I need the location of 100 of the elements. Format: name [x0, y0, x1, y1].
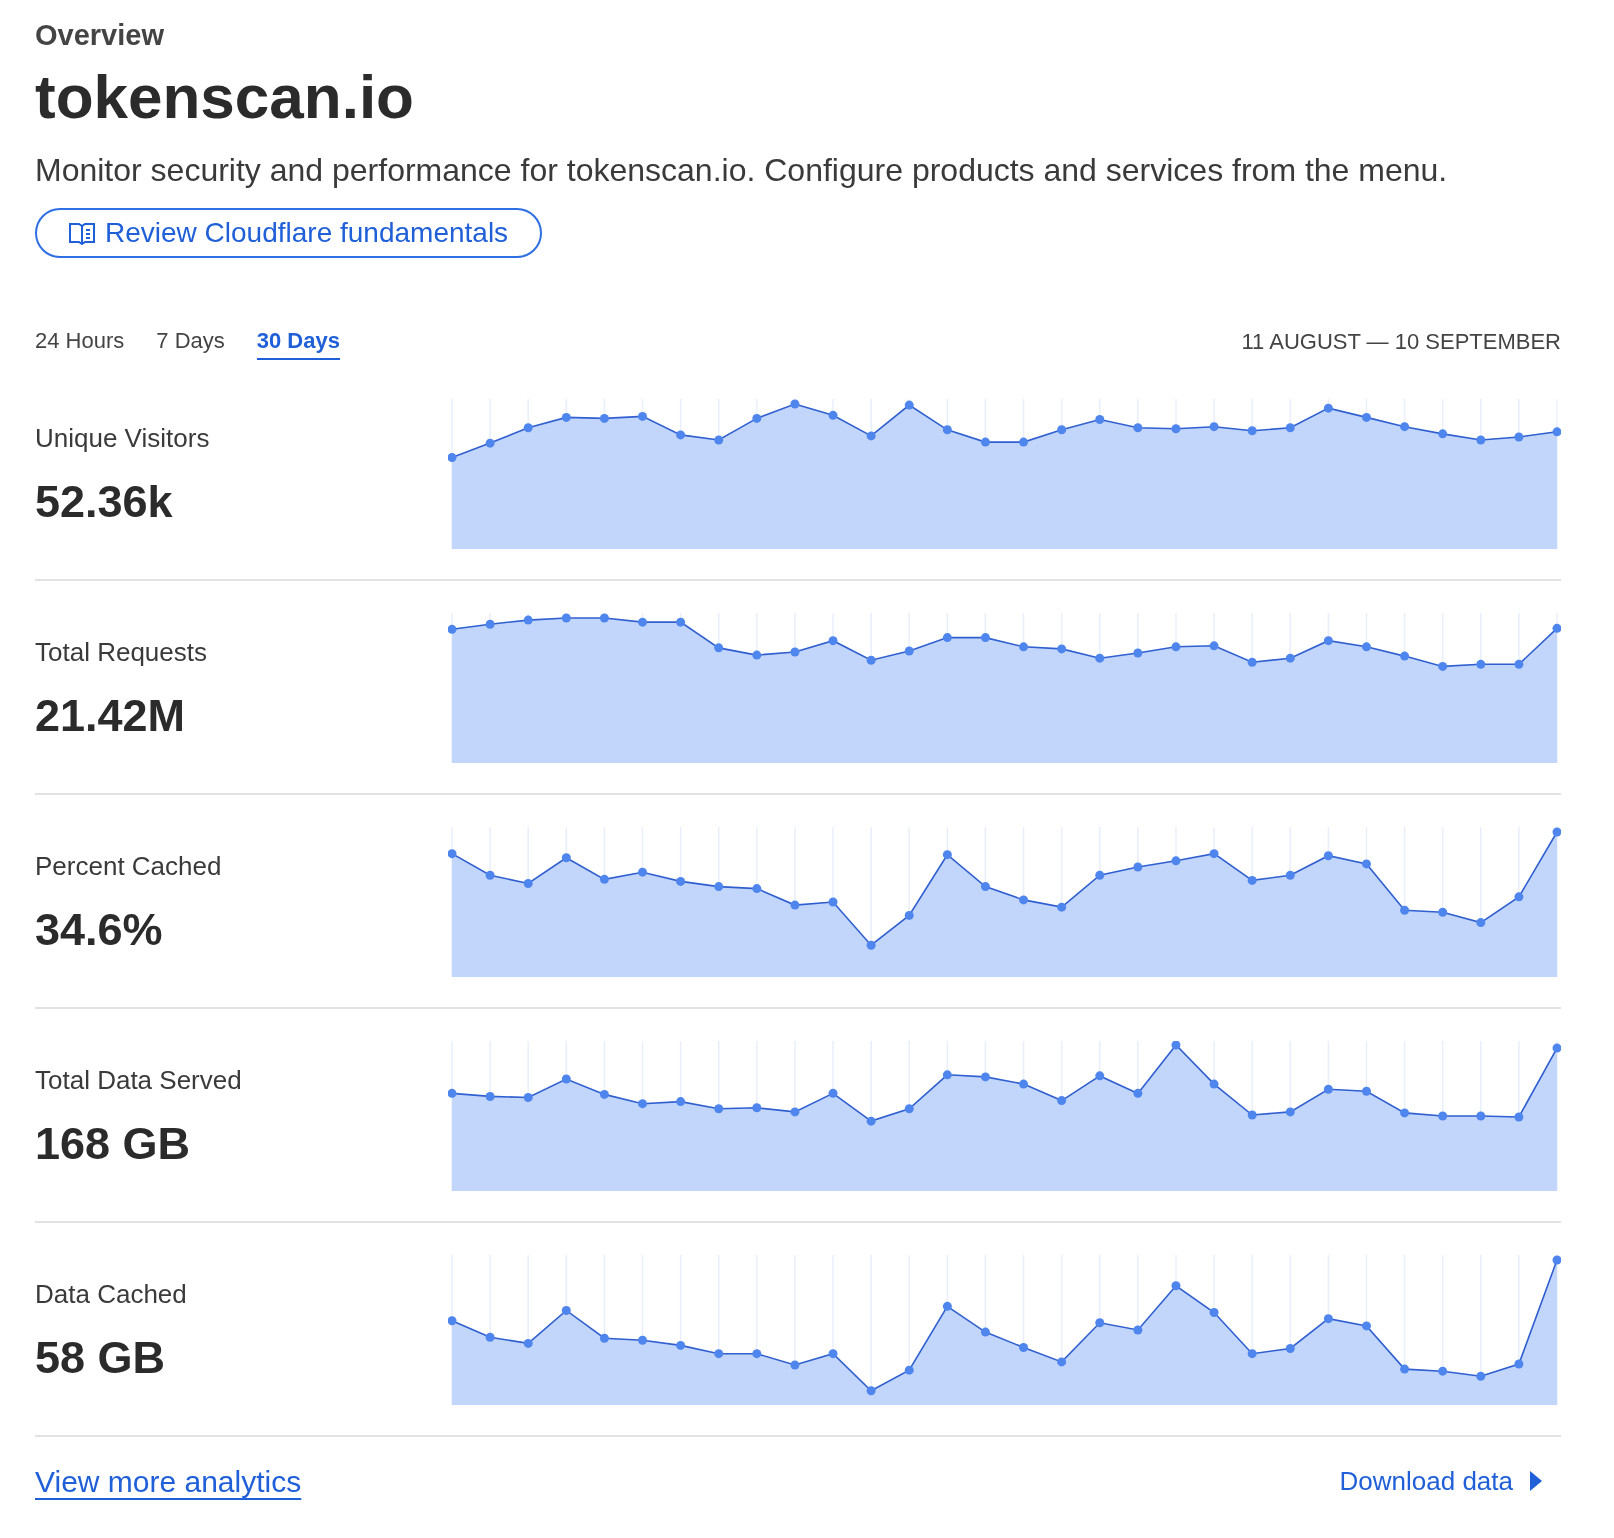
book-icon [69, 220, 95, 245]
download-link[interactable]: Download data [1339, 1461, 1543, 1501]
data-point [1362, 1321, 1371, 1331]
data-point [752, 884, 762, 893]
data-point [676, 876, 686, 886]
data-point [1514, 892, 1524, 902]
data-point [599, 1333, 609, 1343]
data-point [1552, 1043, 1561, 1053]
data-point [1057, 1095, 1067, 1105]
data-point [980, 881, 990, 891]
data-point [714, 1349, 724, 1359]
data-point [790, 647, 800, 657]
data-point [1285, 1343, 1295, 1353]
data-point [828, 1088, 838, 1098]
data-point [1323, 403, 1333, 413]
data-point [448, 624, 457, 634]
time-range-tab[interactable]: 7 Days [156, 323, 225, 360]
data-point [714, 435, 724, 445]
data-point [676, 1097, 686, 1106]
data-point [828, 636, 838, 646]
data-point [1019, 1079, 1029, 1089]
data-point [1247, 657, 1257, 667]
data-point [1209, 1307, 1219, 1317]
data-point [638, 617, 647, 627]
time-range-tab[interactable]: 24 Hours [35, 323, 125, 360]
data-point [828, 1349, 838, 1359]
data-point [790, 1360, 800, 1370]
data-point [1362, 859, 1371, 869]
data-point [485, 619, 495, 629]
data-point [1514, 659, 1524, 669]
data-point [448, 849, 457, 859]
data-point [790, 1107, 800, 1117]
data-point [1171, 1281, 1181, 1291]
guide-button[interactable]: Review Cloudflare fundamentals [35, 207, 543, 258]
data-point [904, 1104, 914, 1114]
data-point [752, 413, 762, 423]
analytics-link[interactable]: View more analytics [35, 1458, 302, 1504]
data-point [1057, 1357, 1067, 1367]
data-point [1209, 422, 1219, 432]
data-point [485, 1091, 495, 1101]
metric-value: 21.42M [35, 688, 187, 743]
data-point [942, 850, 952, 860]
data-point [866, 431, 876, 441]
data-point [904, 646, 914, 656]
data-point [1323, 851, 1333, 861]
data-point [942, 1070, 952, 1080]
data-point [1057, 644, 1067, 654]
metric-value: 52.36k [35, 474, 174, 529]
data-point [523, 615, 533, 625]
data-point [904, 400, 914, 410]
data-point [448, 1088, 457, 1098]
data-point [599, 613, 609, 623]
data-point [1514, 432, 1524, 442]
data-point [1247, 426, 1257, 436]
data-point [1400, 1364, 1410, 1374]
data-point [752, 1349, 762, 1359]
data-point [638, 1335, 647, 1345]
data-point [1057, 425, 1067, 435]
data-point [714, 1104, 724, 1114]
data-point [1133, 648, 1143, 658]
data-point [1095, 653, 1105, 663]
metric-value: 168 GB [35, 1116, 192, 1171]
data-point [638, 867, 647, 877]
data-point [676, 617, 686, 627]
data-point [599, 1089, 609, 1099]
data-point [485, 438, 495, 448]
data-point [676, 430, 686, 440]
data-point [561, 1074, 571, 1084]
data-point [1285, 870, 1295, 880]
data-point [980, 1327, 990, 1337]
time-range-tab[interactable]: 30 Days [256, 323, 340, 360]
data-point [942, 425, 952, 435]
date-range: 11 AUGUST — 10 SEPTEMBER [1241, 328, 1561, 357]
data-point [1171, 424, 1181, 434]
data-point [866, 655, 876, 665]
section-label: Overview [35, 18, 165, 53]
data-point [866, 1386, 876, 1396]
data-point [790, 900, 800, 910]
data-point [1362, 1086, 1371, 1096]
data-point [1362, 412, 1371, 422]
metric-label: Unique Visitors [35, 421, 211, 455]
data-point [942, 632, 952, 642]
data-point [1095, 870, 1105, 880]
data-point [1552, 427, 1561, 437]
data-point [523, 1092, 533, 1102]
data-point [1057, 902, 1067, 912]
data-point [1285, 653, 1295, 663]
data-point [1476, 1371, 1486, 1381]
data-point [561, 412, 571, 422]
data-point [904, 910, 914, 920]
data-point [1438, 1366, 1448, 1376]
data-point [448, 452, 457, 462]
data-point [561, 1305, 571, 1315]
data-point [714, 643, 724, 653]
data-point [828, 410, 838, 420]
data-point [638, 1099, 647, 1109]
data-point [1323, 636, 1333, 646]
data-point [676, 1340, 686, 1350]
data-point [1019, 437, 1029, 447]
data-point [599, 413, 609, 423]
